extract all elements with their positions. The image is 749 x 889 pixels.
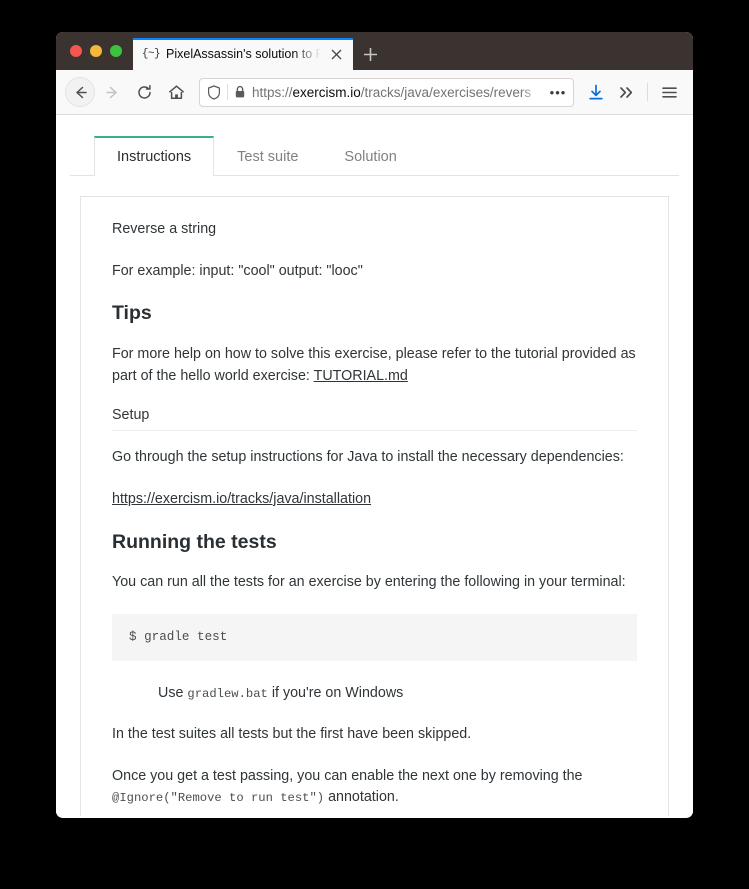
tab-strip: {~} PixelAssassin's solution to Reve [133, 32, 693, 70]
toolbar-divider [647, 83, 648, 101]
running-tests-heading: Running the tests [112, 530, 277, 553]
tutorial-link[interactable]: TUTORIAL.md [314, 368, 408, 384]
hamburger-menu-icon[interactable] [655, 78, 683, 106]
browser-window: {~} PixelAssassin's solution to Reve [56, 32, 693, 818]
skipped-tests-paragraph: In the test suites all tests but the fir… [112, 725, 472, 742]
address-bar-url: https://exercism.io/tracks/java/exercise… [252, 85, 541, 100]
example-paragraph: For example: input: "cool" output: "looc… [112, 262, 363, 279]
gradlew-bat-code: gradlew.bat [187, 687, 268, 702]
ignore-annotation-code: @Ignore("Remove to run test") [112, 791, 325, 806]
navigation-toolbar: https://exercism.io/tracks/java/exercise… [56, 70, 693, 115]
close-tab-icon[interactable] [328, 46, 345, 63]
page-viewport: Instructions Test suite Solution Reverse… [56, 115, 693, 817]
shield-icon[interactable] [207, 84, 221, 100]
gradle-command-codeblock: $ gradle test [112, 613, 637, 662]
url-protocol: https:// [252, 84, 293, 100]
download-icon[interactable] [582, 78, 610, 106]
windows-note-blockquote: Use gradlew.bat if you're on Windows [112, 683, 637, 704]
forward-button[interactable] [97, 77, 127, 107]
tab-solution[interactable]: Solution [321, 136, 419, 176]
browser-tab-title: PixelAssassin's solution to Reve [166, 47, 321, 61]
exercism-logo-icon: {~} [141, 48, 161, 60]
overflow-chevrons-icon[interactable] [612, 78, 640, 106]
new-tab-button[interactable] [353, 38, 387, 70]
java-installation-link[interactable]: https://exercism.io/tracks/java/installa… [112, 491, 371, 507]
setup-heading: Setup [112, 407, 637, 432]
address-bar[interactable]: https://exercism.io/tracks/java/exercise… [199, 77, 574, 107]
close-window-button[interactable] [70, 45, 82, 57]
tab-test-suite[interactable]: Test suite [214, 136, 321, 176]
enable-test-after: annotation. [324, 789, 399, 806]
intro-paragraph: Reverse a string [112, 221, 217, 237]
urlbar-divider [227, 84, 228, 100]
setup-paragraph: Go through the setup instructions for Ja… [112, 449, 624, 466]
browser-tab-active[interactable]: {~} PixelAssassin's solution to Reve [133, 38, 353, 70]
exercise-tab-bar: Instructions Test suite Solution [70, 135, 679, 176]
windows-note-before: Use [158, 685, 188, 702]
url-path: /tracks/java/exercises/revers [360, 84, 532, 100]
window-controls [56, 32, 133, 70]
home-button[interactable] [161, 77, 191, 107]
tab-instructions[interactable]: Instructions [94, 136, 215, 176]
browser-titlebar: {~} PixelAssassin's solution to Reve [56, 32, 693, 70]
instructions-panel: Reverse a string For example: input: "co… [80, 196, 669, 816]
windows-note-after: if you're on Windows [267, 685, 404, 702]
running-tests-paragraph: You can run all the tests for an exercis… [112, 574, 626, 591]
enable-test-before: Once you get a test passing, you can ena… [112, 767, 583, 784]
reload-button[interactable] [129, 77, 159, 107]
minimize-window-button[interactable] [90, 45, 102, 57]
tips-paragraph: For more help on how to solve this exerc… [112, 344, 637, 387]
enable-test-paragraph: Once you get a test passing, you can ena… [112, 766, 637, 809]
maximize-window-button[interactable] [110, 45, 122, 57]
setup-link-paragraph: https://exercism.io/tracks/java/installa… [112, 489, 637, 511]
tips-heading: Tips [112, 302, 152, 325]
page-actions-icon[interactable]: ••• [547, 81, 569, 103]
url-host: exercism.io [292, 84, 361, 100]
page-content: Instructions Test suite Solution Reverse… [56, 135, 693, 816]
lock-icon[interactable] [234, 85, 246, 99]
back-button[interactable] [65, 77, 95, 107]
